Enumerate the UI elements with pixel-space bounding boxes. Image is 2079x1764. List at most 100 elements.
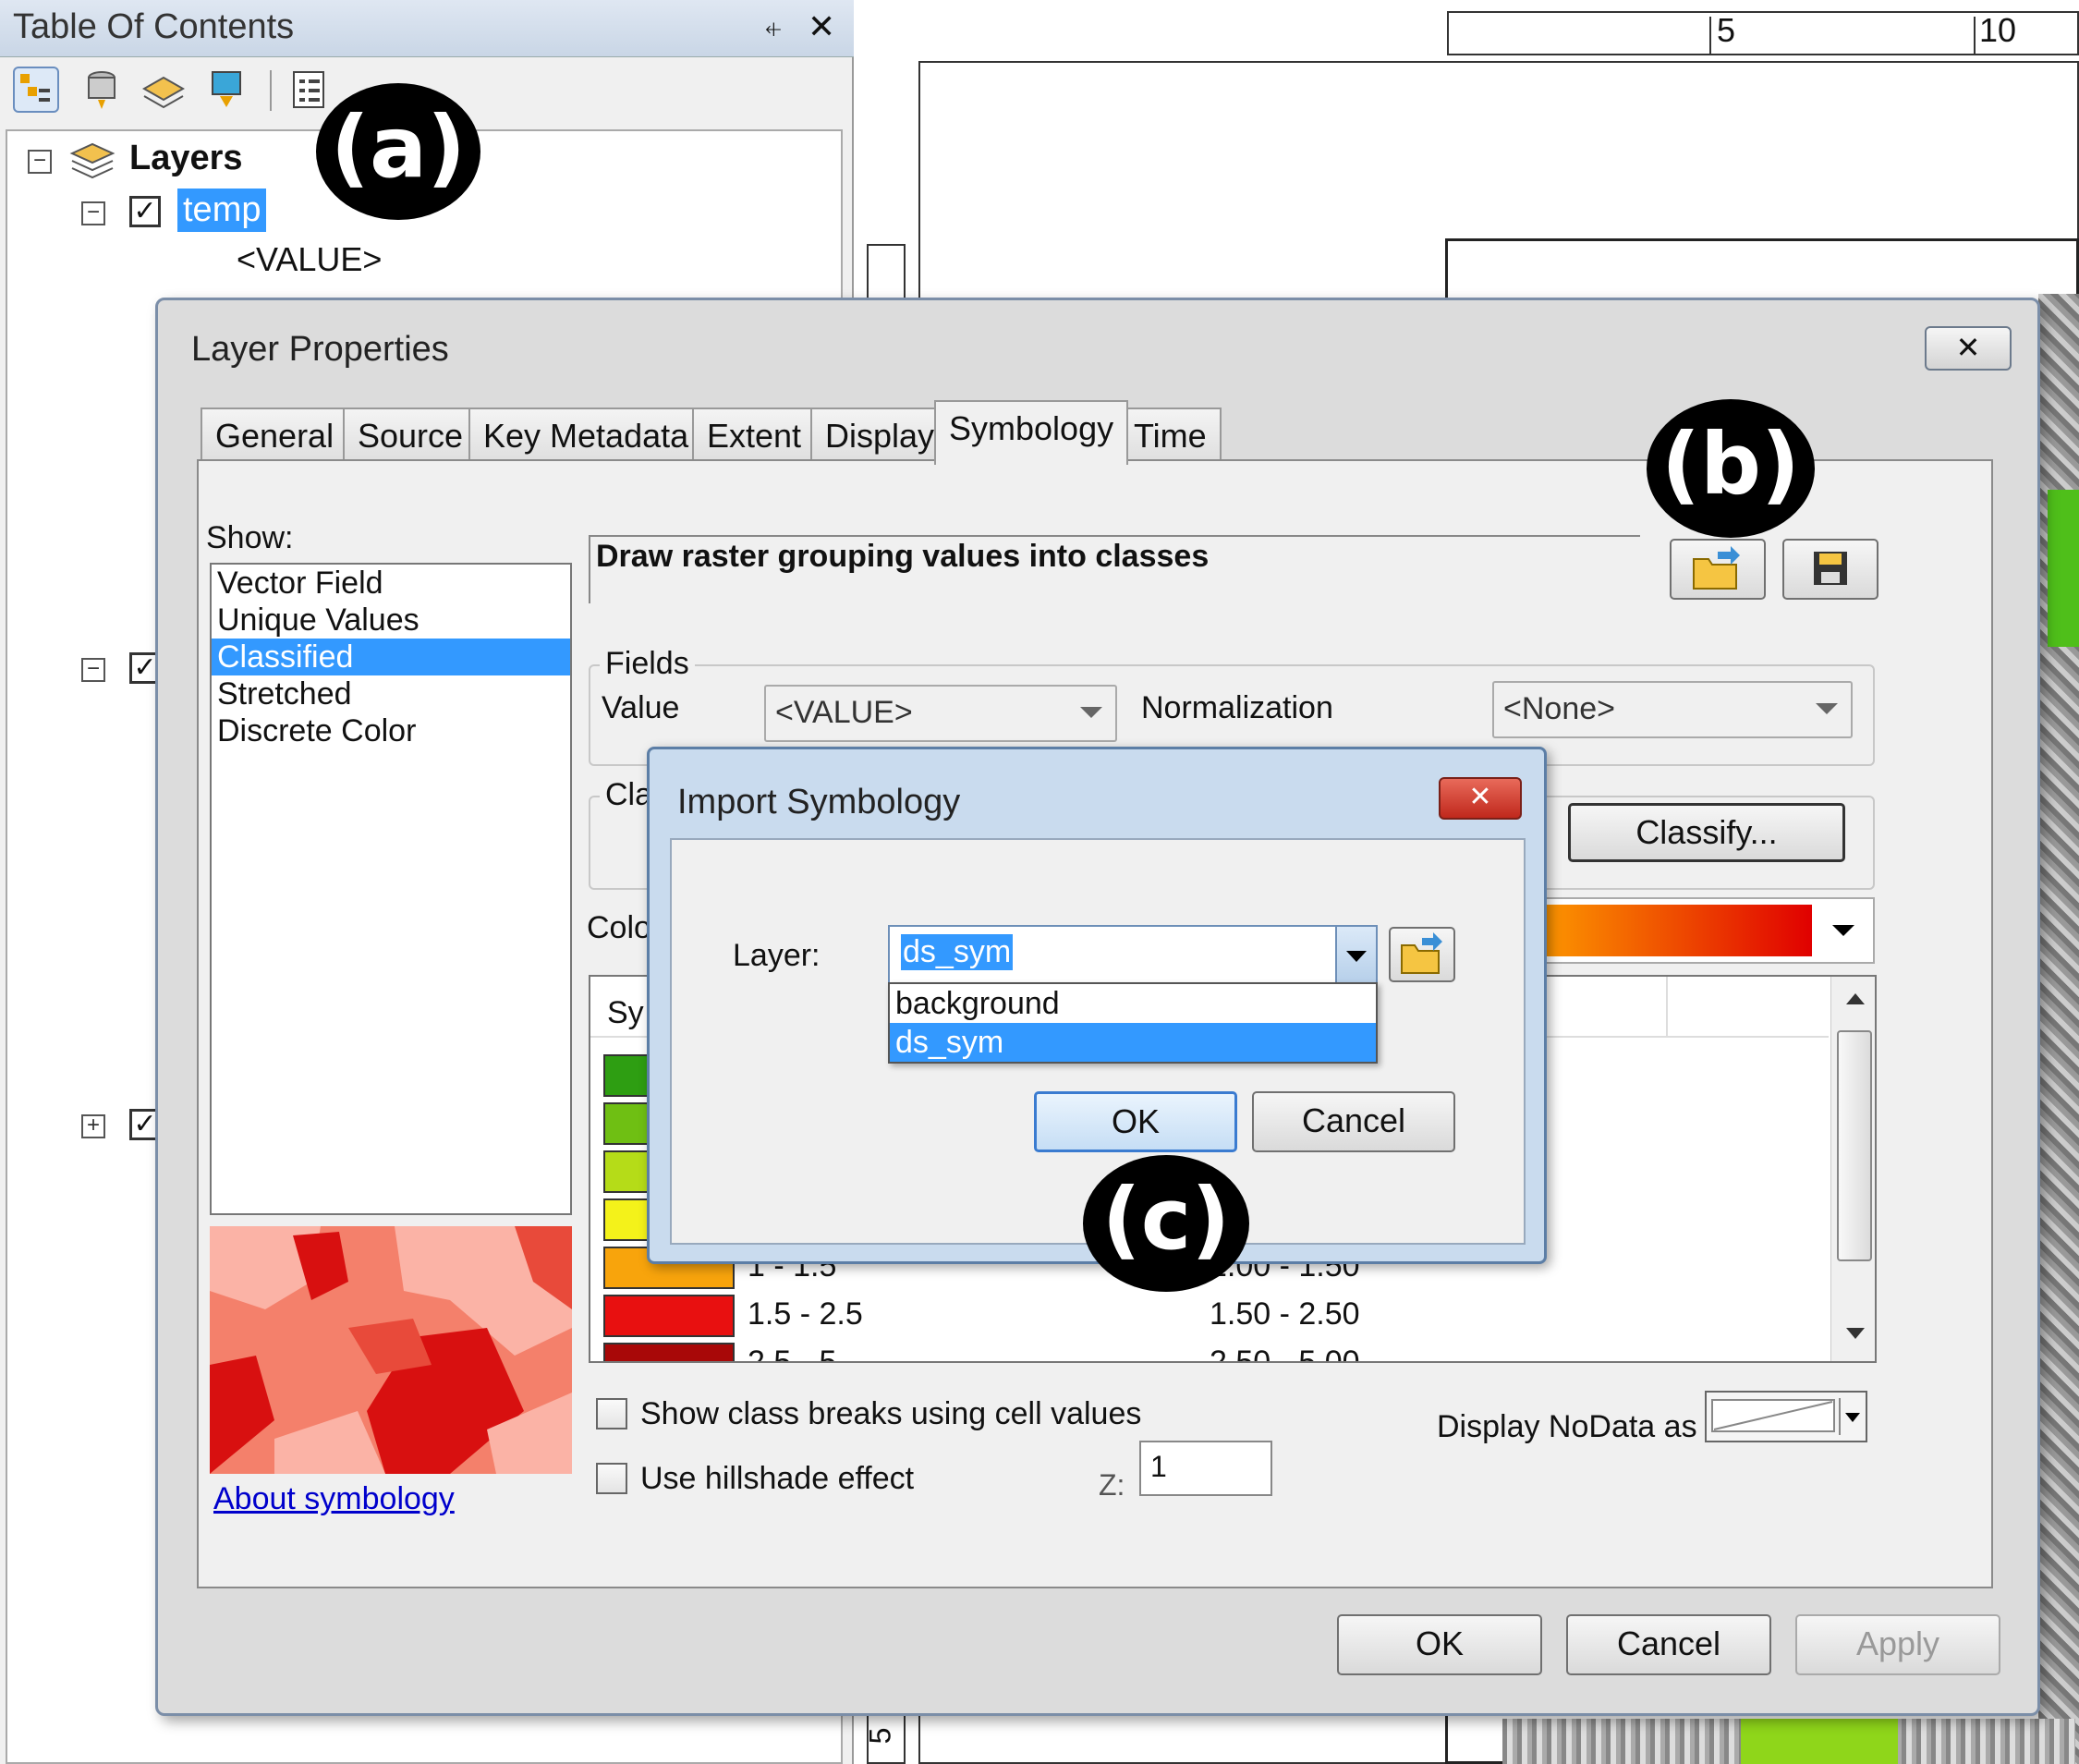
list-by-drawing-order-icon[interactable] [13, 67, 59, 113]
cancel-button[interactable]: Cancel [1566, 1614, 1771, 1675]
temp-visibility-checkbox[interactable]: ✓ [129, 196, 161, 227]
color-ramp-select[interactable] [1511, 897, 1875, 964]
ruler-label-10: 10 [1979, 11, 2017, 49]
toc-title: Table Of Contents [13, 7, 295, 46]
about-symbology-link[interactable]: About symbology [213, 1481, 455, 1517]
tab-general[interactable]: General [201, 408, 349, 463]
show-item-classified[interactable]: Classified [212, 639, 570, 675]
ruler-label-5: 5 [1717, 11, 1736, 49]
browse-layer-button[interactable] [1389, 927, 1455, 982]
expand-layer-toggle[interactable]: + [81, 1114, 105, 1138]
ok-button[interactable]: OK [1337, 1614, 1542, 1675]
layers-node-label[interactable]: Layers [129, 139, 243, 178]
scroll-up-icon[interactable] [1846, 993, 1865, 1004]
class-range-cell[interactable]: 1.5 - 2.5 [748, 1296, 863, 1332]
scroll-down-icon[interactable] [1846, 1328, 1865, 1339]
dialog-close-button[interactable]: ✕ [1925, 326, 2012, 371]
layer-option-ds-sym[interactable]: ds_sym [890, 1023, 1376, 1062]
class-label-cell[interactable]: 1.50 - 2.50 [1210, 1296, 1360, 1332]
normalization-selected: <None> [1503, 691, 1615, 726]
chevron-down-icon-2 [1816, 703, 1838, 714]
symbol-column-header: Sy [607, 995, 644, 1030]
heading-divider-left [589, 535, 590, 603]
nodata-label: Display NoData as [1437, 1409, 1697, 1444]
value-field-select[interactable]: <VALUE> [764, 685, 1117, 742]
side-ruler-label: 5 [863, 1727, 897, 1745]
classify-button[interactable]: Classify... [1568, 803, 1845, 862]
z-factor-input[interactable]: 1 [1139, 1441, 1272, 1496]
class-symbol-swatch[interactable] [603, 1343, 735, 1361]
layer-combo-value[interactable]: ds_sym [901, 934, 1014, 970]
show-class-breaks-checkbox[interactable] [596, 1398, 627, 1429]
chevron-down-icon-4 [1346, 951, 1367, 962]
value-field-selected: <VALUE> [775, 695, 913, 730]
annotation-c: (c) [1083, 1155, 1249, 1292]
tab-display[interactable]: Display [810, 408, 950, 463]
save-symbology-button[interactable] [1782, 539, 1878, 600]
layer-combo[interactable]: ds_sym [888, 925, 1378, 984]
import-ok-button[interactable]: OK [1034, 1091, 1237, 1152]
temp-layer-label[interactable]: temp [177, 189, 267, 232]
dialog-title: Layer Properties [191, 330, 449, 369]
show-label: Show: [206, 520, 294, 555]
map-green-patch [2048, 490, 2079, 647]
import-close-button[interactable]: ✕ [1439, 777, 1522, 820]
list-by-visibility-icon[interactable] [140, 67, 187, 113]
value-field-label: <VALUE> [237, 240, 383, 278]
annotation-b: (b) [1647, 399, 1815, 538]
normalization-label: Normalization [1141, 690, 1333, 725]
collapse-layers-toggle[interactable]: − [28, 150, 52, 174]
tab-extent[interactable]: Extent [692, 408, 817, 463]
import-symbology-button[interactable] [1670, 539, 1766, 600]
show-class-breaks-label: Show class breaks using cell values [640, 1396, 1142, 1431]
show-list: Vector Field Unique Values Classified St… [210, 563, 572, 1215]
symbology-preview-image [210, 1226, 572, 1474]
options-icon[interactable] [286, 67, 333, 113]
import-dialog-title: Import Symbology [677, 783, 961, 821]
show-item-unique-values[interactable]: Unique Values [212, 602, 570, 639]
collapse-layer-toggle[interactable]: − [81, 658, 105, 682]
tab-key-metadata[interactable]: Key Metadata [468, 408, 704, 463]
normalization-select[interactable]: <None> [1492, 681, 1853, 738]
color-ramp-preview [1516, 905, 1812, 956]
tab-symbology[interactable]: Symbology [934, 400, 1129, 465]
layers-icon [68, 140, 116, 186]
tab-source[interactable]: Source [343, 408, 479, 463]
collapse-temp-toggle[interactable]: − [81, 201, 105, 225]
z-label: Z: [1099, 1468, 1125, 1502]
ruler-tick [1709, 17, 1711, 54]
renderer-heading: Draw raster grouping values into classes [596, 539, 1210, 574]
header-divider [1666, 977, 1668, 1038]
chevron-down-icon-3 [1832, 925, 1854, 936]
scroll-thumb[interactable] [1837, 1030, 1872, 1261]
show-item-discrete-color[interactable]: Discrete Color [212, 712, 570, 749]
value-label: Value [602, 690, 680, 725]
tab-time[interactable]: Time [1119, 408, 1222, 463]
nodata-color-select[interactable] [1705, 1391, 1867, 1442]
show-item-vector-field[interactable]: Vector Field [212, 565, 570, 602]
class-table-scrollbar[interactable] [1830, 977, 1875, 1361]
map-green-patch-bottom [1741, 1719, 1898, 1764]
chevron-down-icon [1080, 707, 1102, 718]
apply-button[interactable]: Apply [1795, 1614, 2000, 1675]
layer-label: Layer: [733, 938, 821, 973]
layer-dropdown-list: background ds_sym [888, 982, 1378, 1064]
close-icon[interactable]: ✕ [808, 7, 835, 46]
class-symbol-swatch[interactable] [603, 1295, 735, 1337]
fields-group-label: Fields [600, 646, 695, 682]
hillshade-label: Use hillshade effect [640, 1461, 915, 1496]
toolbar-divider [270, 70, 272, 111]
import-cancel-button[interactable]: Cancel [1252, 1091, 1455, 1152]
class-range-cell[interactable]: 2.5 - 5 [748, 1344, 836, 1361]
layer-option-background[interactable]: background [890, 984, 1376, 1023]
list-by-source-icon[interactable] [79, 67, 126, 113]
heading-divider [589, 535, 1640, 537]
color-ramp-label: Colo [587, 910, 651, 945]
pin-icon[interactable]: ⍅ [763, 7, 784, 47]
combo-dropdown-button[interactable] [1335, 927, 1376, 982]
list-by-selection-icon[interactable] [203, 67, 249, 113]
show-item-stretched[interactable]: Stretched [212, 675, 570, 712]
ruler-tick-2 [1974, 17, 1976, 54]
class-label-cell[interactable]: 2.50 - 5.00 [1210, 1344, 1360, 1361]
hillshade-checkbox[interactable] [596, 1463, 627, 1494]
